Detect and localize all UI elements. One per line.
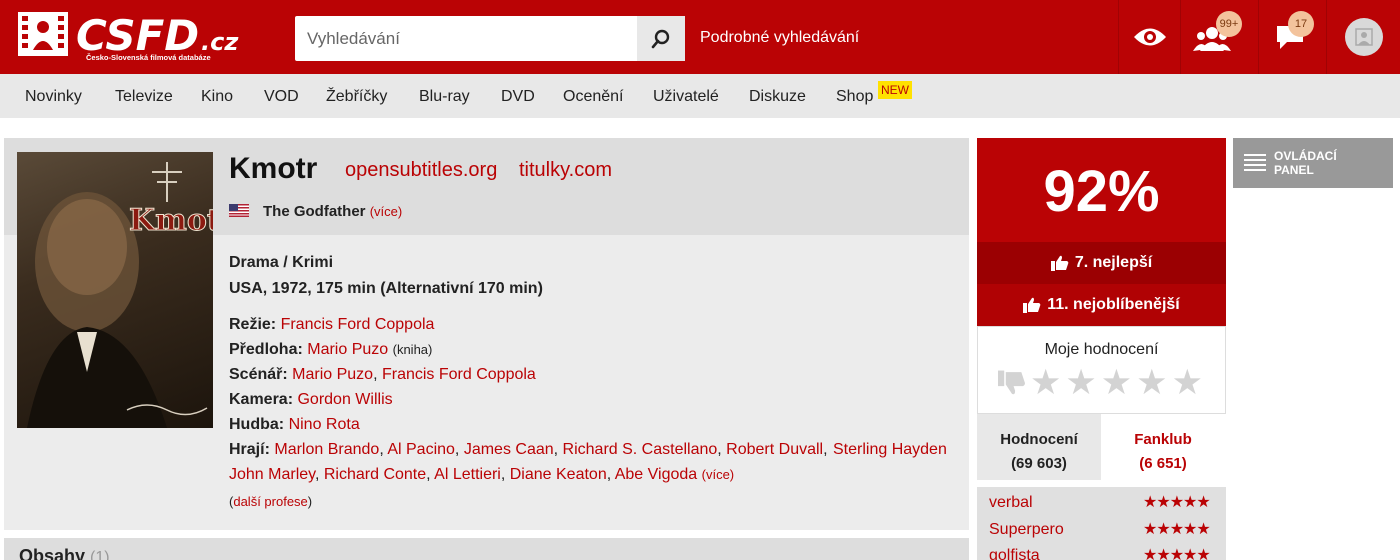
best-rank-link[interactable]: 7. nejlepší	[977, 242, 1226, 284]
cinematographer-link[interactable]: Gordon Willis	[297, 391, 392, 408]
content-section-title: Obsahy (1)	[19, 546, 110, 560]
credit-cast-line-1: Hrají: Marlon Brando, Al Pacino, James C…	[229, 441, 947, 458]
svg-text:Kmotr: Kmotr	[129, 203, 213, 238]
nav-item-zebricky[interactable]: Žebříčky	[326, 88, 387, 106]
nav-item-vod[interactable]: VOD	[264, 88, 299, 106]
actor-link[interactable]: Marlon Brando	[274, 441, 379, 458]
titulky-link[interactable]: titulky.com	[519, 159, 612, 182]
source-note: (kniha)	[392, 342, 433, 357]
eye-icon	[1133, 28, 1166, 46]
content-section-header	[4, 538, 969, 560]
rating-tabs: Hodnocení (69 603) Fanklub (6 651)	[977, 414, 1226, 480]
my-rating-stars: ★ ★ ★ ★ ★	[998, 365, 1208, 400]
actor-link[interactable]: Al Pacino	[387, 441, 455, 458]
original-title: The Godfather (více)	[263, 203, 403, 220]
film-origin: USA, 1972, 175 min (Alternativní 170 min…	[229, 280, 543, 297]
credit-music: Hudba: Nino Rota	[229, 416, 360, 433]
search-input[interactable]	[295, 16, 637, 61]
nav-item-dvd[interactable]: DVD	[501, 88, 535, 106]
user-rating-stars: ★★★★★	[1143, 521, 1211, 538]
new-badge: NEW	[878, 81, 912, 99]
more-professions-link[interactable]: další profese	[233, 494, 307, 509]
film-genres: Drama / Krimi	[229, 254, 334, 271]
advanced-search-link[interactable]: Podrobné vyhledávání	[700, 29, 859, 47]
actor-link[interactable]: Diane Keaton	[510, 466, 607, 483]
actor-link[interactable]: Al Lettieri	[434, 466, 501, 483]
nav-item-bluray[interactable]: Blu-ray	[419, 88, 470, 106]
control-panel-button[interactable]: OVLÁDACÍ PANEL	[1233, 138, 1393, 188]
svg-text:.cz: .cz	[201, 28, 239, 56]
user-rating-stars: ★★★★★	[1143, 494, 1211, 511]
nav-item-novinky[interactable]: Novinky	[25, 88, 82, 106]
search-icon	[651, 29, 670, 48]
messages-badge: 17	[1288, 11, 1314, 37]
credit-camera: Kamera: Gordon Willis	[229, 391, 393, 408]
nav-item-televize[interactable]: Televize	[115, 88, 173, 106]
usa-flag-icon	[229, 204, 249, 217]
actor-link[interactable]: Abe Vigoda	[615, 466, 697, 483]
rating-star-3[interactable]: ★	[1101, 365, 1132, 400]
screenwriter-link[interactable]: Mario Puzo	[292, 366, 373, 383]
nav-item-diskuze[interactable]: Diskuze	[749, 88, 806, 106]
director-link[interactable]: Francis Ford Coppola	[281, 316, 435, 333]
more-professions: (další profese)	[229, 494, 313, 509]
thumbs-down-icon[interactable]	[998, 370, 1026, 396]
poster-image: Kmotr	[27, 162, 213, 428]
credit-director: Režie: Francis Ford Coppola	[229, 316, 435, 333]
film-poster[interactable]: Kmotr	[17, 152, 213, 428]
my-rating-label: Moje hodnocení	[1044, 341, 1159, 358]
screenwriter-link[interactable]: Francis Ford Coppola	[382, 366, 536, 383]
actor-link[interactable]: Richard S. Castellano	[563, 441, 718, 458]
nav-item-oceneni[interactable]: Ocenění	[563, 88, 623, 106]
watchlist-button[interactable]	[1118, 0, 1180, 74]
thumbs-up-icon	[1050, 255, 1069, 271]
rating-star-4[interactable]: ★	[1136, 365, 1167, 400]
film-title: Kmotr	[229, 152, 318, 185]
menu-lines-icon	[1244, 154, 1266, 171]
rating-star-2[interactable]: ★	[1065, 365, 1096, 400]
actor-link[interactable]: Sterling Hayden	[833, 441, 947, 458]
rating-percent: 92%	[1043, 159, 1160, 224]
credit-cast-line-2: John Marley, Richard Conte, Al Lettieri,…	[229, 466, 735, 483]
friends-badge: 99+	[1216, 11, 1242, 37]
credit-source: Předloha: Mario Puzo (kniha)	[229, 341, 433, 358]
cast-more-link[interactable]: (více)	[702, 467, 735, 482]
nav-item-uzivatele[interactable]: Uživatelé	[653, 88, 719, 106]
actor-link[interactable]: Richard Conte	[324, 466, 426, 483]
opensubtitles-link[interactable]: opensubtitles.org	[345, 159, 497, 182]
source-author-link[interactable]: Mario Puzo	[307, 341, 388, 358]
user-rating-stars: ★★★★★	[1143, 547, 1211, 560]
thumbs-up-icon	[1023, 297, 1041, 313]
search-box	[295, 16, 685, 61]
actor-link[interactable]: James Caan	[464, 441, 554, 458]
actor-link[interactable]: John Marley	[229, 466, 315, 483]
composer-link[interactable]: Nino Rota	[289, 416, 360, 433]
messages-button[interactable]	[1258, 0, 1320, 74]
credit-screenplay: Scénář: Mario Puzo, Francis Ford Coppola	[229, 366, 536, 383]
search-button[interactable]	[637, 16, 685, 61]
user-rating-name[interactable]: verbal	[989, 494, 1033, 512]
original-title-more-link[interactable]: (více)	[370, 204, 403, 219]
user-rating-name[interactable]: Superpero	[989, 521, 1064, 539]
logo-tagline: Česko-Slovenská filmová databáze	[86, 53, 211, 62]
tab-fanklub[interactable]: Fanklub (6 651)	[1101, 414, 1225, 480]
actor-link[interactable]: Robert Duvall	[726, 441, 823, 458]
user-rating-name[interactable]: golfista	[989, 547, 1040, 560]
nav-item-shop[interactable]: Shop	[836, 88, 873, 106]
control-panel-label: OVLÁDACÍ PANEL	[1274, 149, 1337, 177]
rating-star-5[interactable]: ★	[1172, 365, 1203, 400]
rating-star-1[interactable]: ★	[1030, 365, 1061, 400]
profile-button[interactable]	[1326, 0, 1400, 74]
user-avatar-icon	[1354, 28, 1373, 46]
tab-ratings[interactable]: Hodnocení (69 603)	[977, 414, 1101, 480]
favorite-rank-link[interactable]: 11. nejoblíbenější	[977, 284, 1226, 326]
nav-item-kino[interactable]: Kino	[201, 88, 233, 106]
avatar	[1344, 18, 1383, 56]
